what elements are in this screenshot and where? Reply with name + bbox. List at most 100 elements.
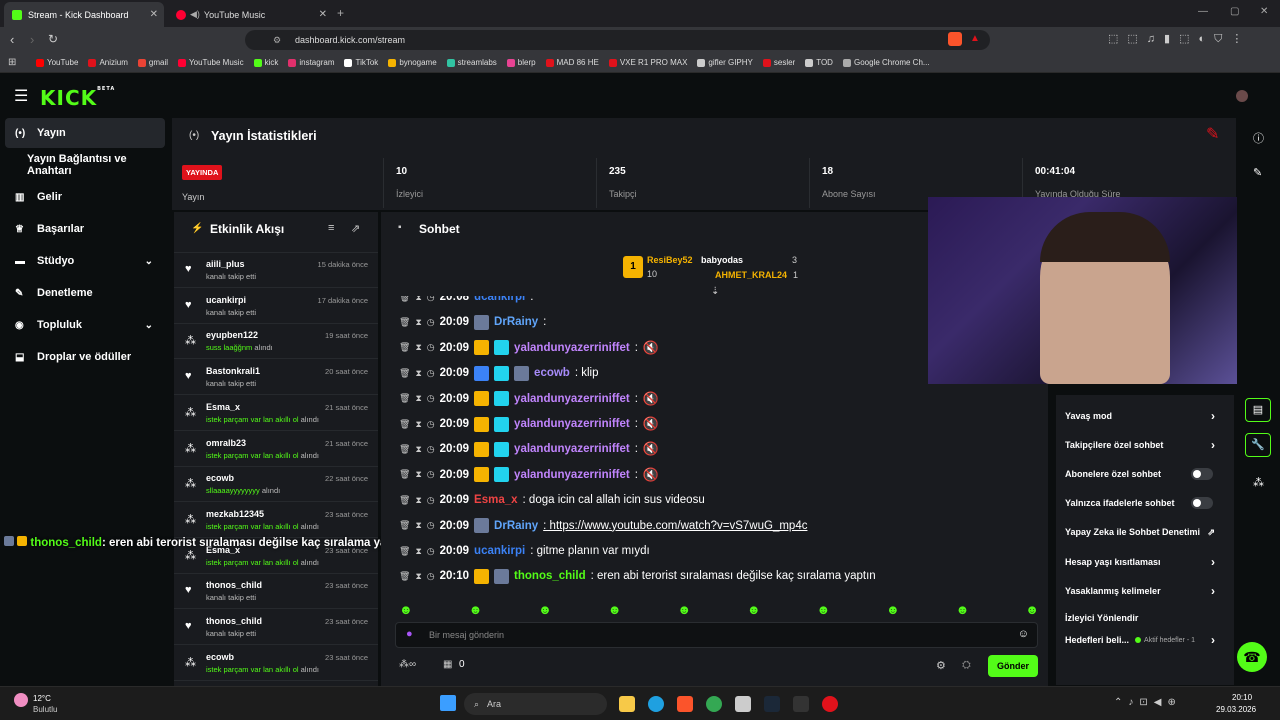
- setting-row[interactable]: Takipçilere özel sohbet ›: [1065, 436, 1225, 454]
- apps-grid-icon[interactable]: ⊞: [8, 57, 16, 68]
- settings-gear-icon[interactable]: ⚙: [936, 659, 946, 672]
- trash-icon[interactable]: 🗑: [399, 495, 410, 506]
- activity-username[interactable]: thonos_child: [206, 616, 262, 626]
- trash-icon[interactable]: 🗑: [399, 393, 410, 404]
- bookmark-item[interactable]: kick: [253, 58, 278, 67]
- info-icon[interactable]: ⓘ: [1253, 130, 1264, 146]
- chat-message[interactable]: 🗑 ⧗ ◷ 20:09 Esma_x: doga icin cal allah icin…: [399, 489, 705, 511]
- popout-icon[interactable]: ⇗: [351, 222, 360, 235]
- brave-icon[interactable]: [677, 696, 693, 712]
- setting-row[interactable]: Yasaklanmış kelimeler ›: [1065, 582, 1225, 600]
- send-button[interactable]: Gönder: [988, 655, 1038, 677]
- chat-message[interactable]: 🗑 ⧗ ◷ 20:09 ecowb: klip: [399, 362, 599, 384]
- chat-username[interactable]: yalandunyazerriniffet: [514, 443, 630, 455]
- emote-icon[interactable]: ☻: [747, 602, 761, 618]
- minimize-icon[interactable]: —: [1198, 6, 1208, 17]
- chat-message[interactable]: 🗑 ⧗ ◷ 20:09 yalandunyazerriniffet: 🔇: [399, 438, 659, 460]
- obs-icon[interactable]: [822, 696, 838, 712]
- setting-row[interactable]: Hedefleri beli... Aktif hedefler - 1 ›: [1065, 631, 1225, 649]
- bookmark-item[interactable]: TikTok: [344, 58, 378, 67]
- activity-username[interactable]: thonos_child: [206, 580, 262, 590]
- sidebar-item-0[interactable]: (•) Yayın: [5, 118, 165, 148]
- edit-icon[interactable]: ✎: [1253, 166, 1262, 179]
- timeout-icon[interactable]: ⧗: [415, 520, 421, 531]
- chevron-right-icon[interactable]: ›: [1211, 633, 1215, 647]
- chat-username[interactable]: yalandunyazerriniffet: [514, 342, 630, 354]
- chat-username[interactable]: ucankirpi: [474, 296, 525, 303]
- timeout-icon[interactable]: ⧗: [415, 571, 421, 582]
- mod-tools-icon[interactable]: ▤: [1245, 398, 1271, 422]
- emote-icon[interactable]: ☻: [1025, 602, 1039, 618]
- setting-row[interactable]: Yapay Zeka ile Sohbet Denetimi ⇗: [1065, 523, 1225, 541]
- store-icon[interactable]: ▦: [443, 659, 452, 670]
- epic-icon[interactable]: [793, 696, 809, 712]
- maximize-icon[interactable]: ▢: [1230, 6, 1239, 17]
- activity-username[interactable]: ecowb: [206, 652, 234, 662]
- bookmark-item[interactable]: streamlabs: [446, 58, 497, 67]
- activity-username[interactable]: Esma_x: [206, 402, 240, 412]
- sidebar-item-3[interactable]: ♕ Başarılar: [5, 214, 165, 244]
- close-tab-icon[interactable]: ✕: [319, 9, 327, 20]
- bookmark-item[interactable]: YouTube Music: [178, 58, 244, 67]
- close-window-icon[interactable]: ✕: [1260, 6, 1268, 17]
- chat-message[interactable]: 🗑 ⧗ ◷ 20:09 DrRainy:: [399, 311, 546, 333]
- trash-icon[interactable]: 🗑: [399, 444, 410, 455]
- bookmark-item[interactable]: gmail: [137, 58, 168, 67]
- bookmark-item[interactable]: bynogame: [388, 58, 437, 67]
- trash-icon[interactable]: 🗑: [399, 520, 410, 531]
- bookmark-item[interactable]: blerp: [506, 58, 536, 67]
- activity-username[interactable]: ucankirpi: [206, 295, 246, 305]
- chevron-right-icon[interactable]: ›: [1211, 584, 1215, 598]
- trash-icon[interactable]: 🗑: [399, 296, 410, 303]
- activity-username[interactable]: mezkab12345: [206, 509, 264, 519]
- trash-icon[interactable]: 🗑: [399, 317, 410, 328]
- trash-icon[interactable]: 🗑: [399, 342, 410, 353]
- tab-kick-dashboard[interactable]: Stream - Kick Dashboard ✕: [4, 2, 164, 27]
- leader-name[interactable]: ResiBey52: [647, 255, 693, 265]
- toggle-switch[interactable]: [1191, 497, 1213, 509]
- activity-username[interactable]: ecowb: [206, 473, 234, 483]
- trash-icon[interactable]: 🗑: [399, 419, 410, 430]
- trash-icon[interactable]: 🗑: [399, 368, 410, 379]
- tab-youtube-music[interactable]: ◀) YouTube Music ✕: [168, 2, 333, 27]
- kick-logo[interactable]: KICKBETA: [40, 86, 115, 110]
- trash-icon[interactable]: 🗑: [399, 546, 410, 557]
- emote-icon[interactable]: ☻: [956, 602, 970, 618]
- chat-message[interactable]: 🗑 ⧗ ◷ 20:09 yalandunyazerriniffet: 🔇: [399, 413, 659, 435]
- store-app-icon[interactable]: [735, 696, 751, 712]
- timeout-icon[interactable]: ⧗: [415, 444, 421, 455]
- trash-icon[interactable]: 🗑: [399, 571, 410, 582]
- back-icon[interactable]: ‹: [10, 32, 14, 47]
- timeout-icon[interactable]: ⧗: [415, 495, 421, 506]
- chat-username[interactable]: Esma_x: [474, 494, 517, 506]
- bookmark-item[interactable]: MAD 86 HE: [545, 58, 599, 67]
- menu-icon[interactable]: ☰: [14, 86, 28, 106]
- reload-icon[interactable]: ↻: [48, 32, 58, 46]
- activity-username[interactable]: Bastonkrali1: [206, 366, 260, 376]
- timeout-icon[interactable]: ⧗: [415, 368, 421, 379]
- setting-row[interactable]: İzleyici Yönlendir: [1065, 609, 1225, 627]
- activity-username[interactable]: omralb23: [206, 438, 246, 448]
- avatar[interactable]: [1236, 90, 1248, 102]
- chat-username[interactable]: yalandunyazerriniffet: [514, 418, 630, 430]
- edge-icon[interactable]: [648, 696, 664, 712]
- brave-shield-icon[interactable]: [948, 32, 962, 46]
- chevron-right-icon[interactable]: ›: [1211, 555, 1215, 569]
- bookmark-item[interactable]: VXE R1 PRO MAX: [608, 58, 687, 67]
- brave-rewards-icon[interactable]: ▲: [970, 33, 980, 44]
- filter-icon[interactable]: ≡: [328, 222, 334, 234]
- taskbar-search[interactable]: ⌕ Ara: [464, 693, 607, 715]
- chat-message[interactable]: 🗑 ⧗ ◷ 20:09 yalandunyazerriniffet: 🔇: [399, 337, 659, 359]
- site-info-icon[interactable]: ⚙: [273, 35, 281, 46]
- chat-username[interactable]: ecowb: [534, 367, 570, 379]
- timeout-icon[interactable]: ⧗: [415, 342, 421, 353]
- emote-icon[interactable]: ☻: [816, 602, 830, 618]
- new-tab-icon[interactable]: +: [337, 6, 344, 20]
- chat-username[interactable]: ucankirpi: [474, 545, 525, 557]
- emoji-icon[interactable]: ☺: [1018, 628, 1029, 640]
- emote-icon[interactable]: ☻: [886, 602, 900, 618]
- emote-icon[interactable]: ☻: [469, 602, 483, 618]
- chat-message[interactable]: 🗑 ⧗ ◷ 20:10 thonos_child: eren abi terorist …: [399, 565, 876, 587]
- emote-icon[interactable]: ☻: [608, 602, 622, 618]
- activity-username[interactable]: aiili_plus: [206, 259, 245, 269]
